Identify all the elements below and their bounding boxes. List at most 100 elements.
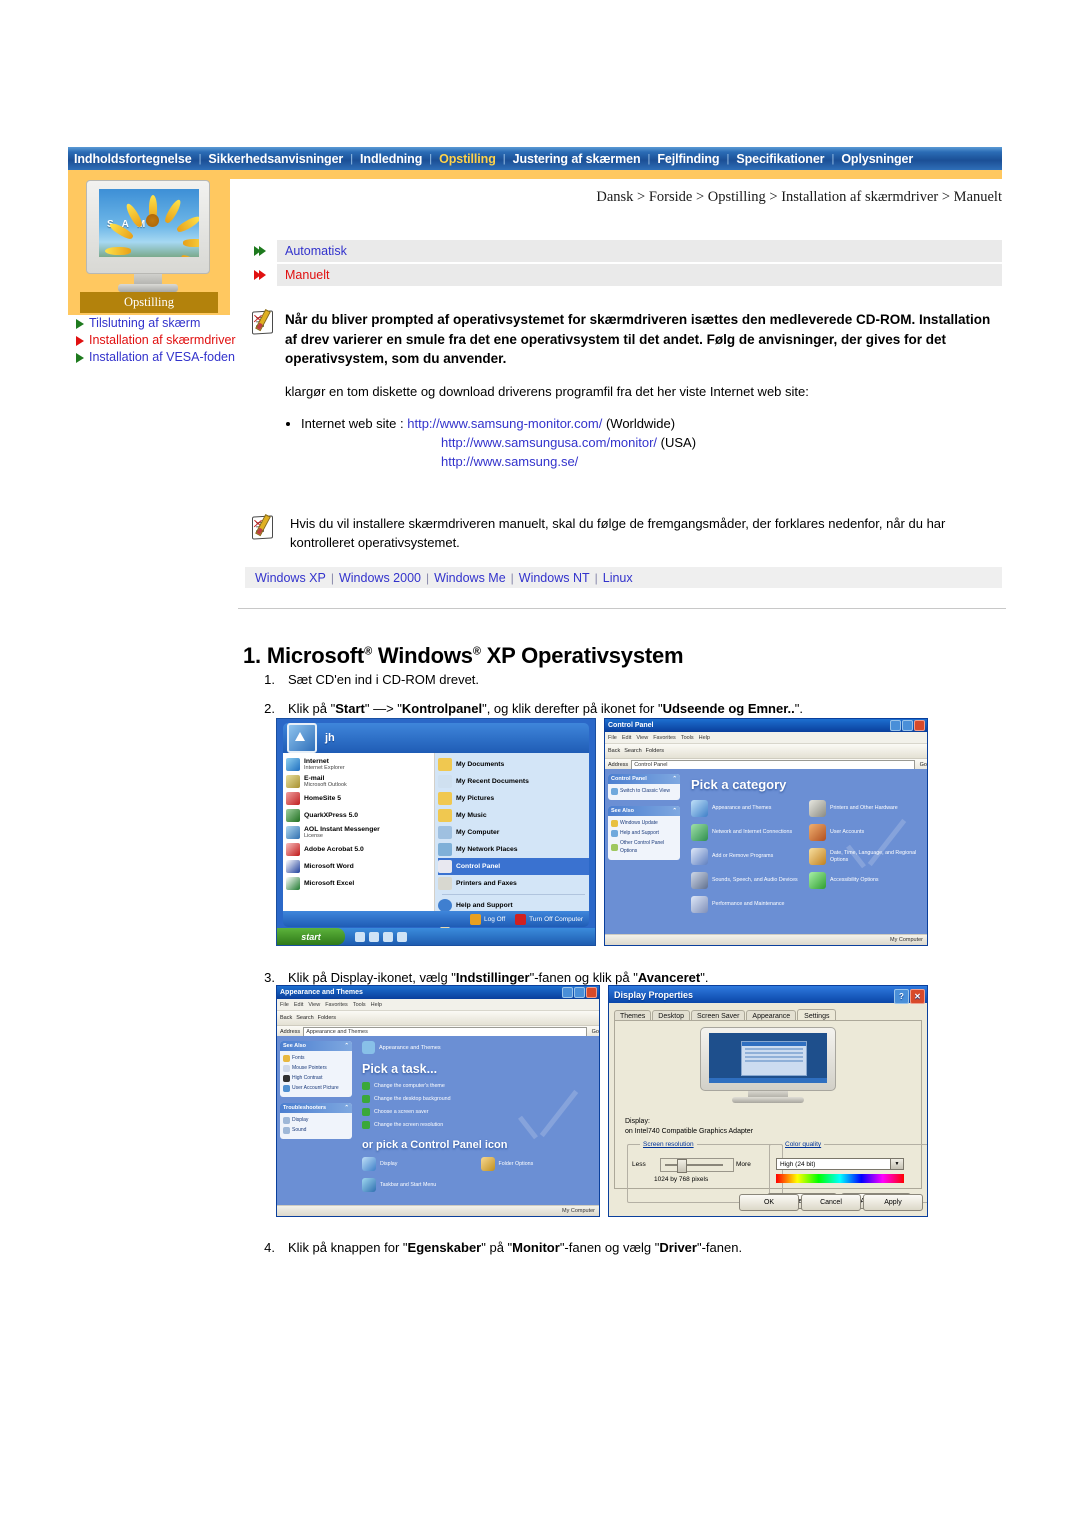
maximize-icon[interactable] (902, 720, 913, 731)
list-item[interactable]: Adobe Acrobat 5.0 (286, 841, 434, 858)
tray-icon[interactable] (383, 931, 393, 942)
tab-automatisk[interactable]: Automatisk (245, 240, 1002, 262)
collapse-icon[interactable]: ⌃ (672, 808, 677, 814)
help-icon[interactable]: ? (894, 989, 909, 1004)
folders-button[interactable]: Folders (646, 748, 664, 754)
collapse-icon[interactable]: ⌃ (344, 1043, 349, 1049)
folders-button[interactable]: Folders (318, 1015, 336, 1021)
slider-thumb[interactable] (677, 1159, 687, 1173)
tray-icon[interactable] (397, 931, 407, 942)
menu-file[interactable]: File (608, 735, 617, 741)
list-item[interactable]: Windows Update (611, 819, 677, 827)
list-item[interactable]: Sound (283, 1126, 349, 1134)
menu-view[interactable]: View (308, 1002, 320, 1008)
os-link-windows-me[interactable]: Windows Me (429, 571, 511, 585)
tab-manuelt[interactable]: Manuelt (245, 264, 1002, 286)
tray-icon[interactable] (369, 931, 379, 942)
list-item[interactable]: Internet Internet Explorer (286, 756, 434, 773)
go-button[interactable]: Go (592, 1029, 599, 1035)
start-button[interactable]: start (277, 928, 345, 945)
nav-item-oplysninger[interactable]: Oplysninger (835, 152, 919, 166)
list-item[interactable]: High Contrast (283, 1074, 349, 1082)
maximize-icon[interactable] (574, 987, 585, 998)
nav-item-indledning[interactable]: Indledning (354, 152, 428, 166)
nav-item-justering-af-sk-rmen[interactable]: Justering af skærmen (507, 152, 647, 166)
menu-edit[interactable]: Edit (294, 1002, 303, 1008)
back-button[interactable]: Back (608, 748, 620, 754)
menu-help[interactable]: Help (699, 735, 710, 741)
url-worldwide[interactable]: http://www.samsung-monitor.com/ (407, 416, 602, 431)
list-item[interactable]: Mouse Pointers (283, 1064, 349, 1072)
close-icon[interactable] (914, 720, 925, 731)
list-item[interactable]: Display (283, 1116, 349, 1124)
list-item[interactable]: Other Control Panel Options (611, 839, 677, 855)
log-off-button[interactable]: Log Off (469, 913, 505, 925)
os-link-windows-nt[interactable]: Windows NT (514, 571, 595, 585)
task-change-background[interactable]: Change the desktop background (362, 1095, 595, 1103)
menu-favorites[interactable]: Favorites (325, 1002, 348, 1008)
nav-item-opstilling[interactable]: Opstilling (433, 152, 502, 166)
list-item[interactable]: E-mail Microsoft Outlook (286, 773, 434, 790)
chevron-down-icon[interactable]: ▼ (890, 1159, 903, 1169)
task-change-theme[interactable]: Change the computer's theme (362, 1082, 595, 1090)
menu-favorites[interactable]: Favorites (653, 735, 676, 741)
menu-tools[interactable]: Tools (353, 1002, 366, 1008)
close-icon[interactable] (586, 987, 597, 998)
back-button[interactable]: Back (280, 1015, 292, 1021)
nav-item-specifikationer[interactable]: Specifikationer (730, 152, 830, 166)
list-item[interactable]: Switch to Classic View (611, 787, 677, 795)
sidebar-item-vesa[interactable]: Installation af VESA-foden (68, 349, 238, 365)
apply-button[interactable]: Apply (863, 1194, 923, 1211)
category-network-and-internet-connections[interactable]: Network and Internet Connections (691, 824, 805, 841)
icon-taskbar-and-start-menu[interactable]: Taskbar and Start Menu (362, 1178, 477, 1192)
category-printers-and-other-hardware[interactable]: Printers and Other Hardware (809, 800, 923, 817)
list-item[interactable]: Microsoft Excel (286, 875, 434, 892)
list-item[interactable]: Printers and Faxes (438, 875, 589, 892)
menu-tools[interactable]: Tools (681, 735, 694, 741)
collapse-icon[interactable]: ⌃ (344, 1105, 349, 1111)
turn-off-button[interactable]: Turn Off Computer (515, 913, 583, 925)
list-item[interactable]: Help and Support (611, 829, 677, 837)
minimize-icon[interactable] (562, 987, 573, 998)
nav-item-sikkerhedsanvisninger[interactable]: Sikkerhedsanvisninger (202, 152, 349, 166)
list-item-control-panel[interactable]: Control Panel (438, 858, 589, 875)
os-link-linux[interactable]: Linux (598, 571, 638, 585)
menu-view[interactable]: View (636, 735, 648, 741)
url-usa[interactable]: http://www.samsungusa.com/monitor/ (441, 435, 657, 450)
nav-item-fejlfinding[interactable]: Fejlfinding (651, 152, 725, 166)
cancel-button[interactable]: Cancel (801, 1194, 861, 1211)
list-item[interactable]: My Network Places (438, 841, 589, 858)
category-sounds-speech-audio[interactable]: Sounds, Speech, and Audio Devices (691, 872, 805, 889)
resolution-slider[interactable] (660, 1158, 734, 1173)
minimize-icon[interactable] (890, 720, 901, 731)
icon-display[interactable]: Display (362, 1157, 477, 1171)
sidebar-item-tilslutning[interactable]: Tilslutning af skærm (68, 315, 238, 331)
color-quality-select[interactable]: High (24 bit) ▼ (776, 1158, 904, 1170)
list-item[interactable]: My Pictures (438, 790, 589, 807)
ok-button[interactable]: OK (739, 1194, 799, 1211)
os-link-windows-xp[interactable]: Windows XP (250, 571, 331, 585)
list-item[interactable]: User Account Picture (283, 1084, 349, 1092)
url-se[interactable]: http://www.samsung.se/ (441, 454, 578, 469)
tray-icon[interactable] (355, 931, 365, 942)
category-performance-and-maintenance[interactable]: Performance and Maintenance (691, 896, 805, 913)
list-item[interactable]: AOL Instant Messenger License (286, 824, 434, 841)
menu-edit[interactable]: Edit (622, 735, 631, 741)
list-item[interactable]: My Recent Documents (438, 773, 589, 790)
list-item[interactable]: QuarkXPress 5.0 (286, 807, 434, 824)
nav-item-indholdsfortegnelse[interactable]: Indholdsfortegnelse (68, 152, 198, 166)
search-button[interactable]: Search (296, 1015, 313, 1021)
list-item[interactable]: Microsoft Word (286, 858, 434, 875)
collapse-icon[interactable]: ⌃ (672, 776, 677, 782)
list-item[interactable]: My Music (438, 807, 589, 824)
list-item[interactable]: HomeSite 5 (286, 790, 434, 807)
menu-help[interactable]: Help (371, 1002, 382, 1008)
category-add-or-remove-programs[interactable]: Add or Remove Programs (691, 848, 805, 865)
category-appearance-and-themes[interactable]: Appearance and Themes (691, 800, 805, 817)
go-button[interactable]: Go (920, 762, 927, 768)
os-link-windows-2000[interactable]: Windows 2000 (334, 571, 426, 585)
search-button[interactable]: Search (624, 748, 641, 754)
menu-file[interactable]: File (280, 1002, 289, 1008)
close-icon[interactable]: ✕ (910, 989, 925, 1004)
sidebar-item-skaermdriver[interactable]: Installation af skærmdriver (68, 332, 238, 348)
